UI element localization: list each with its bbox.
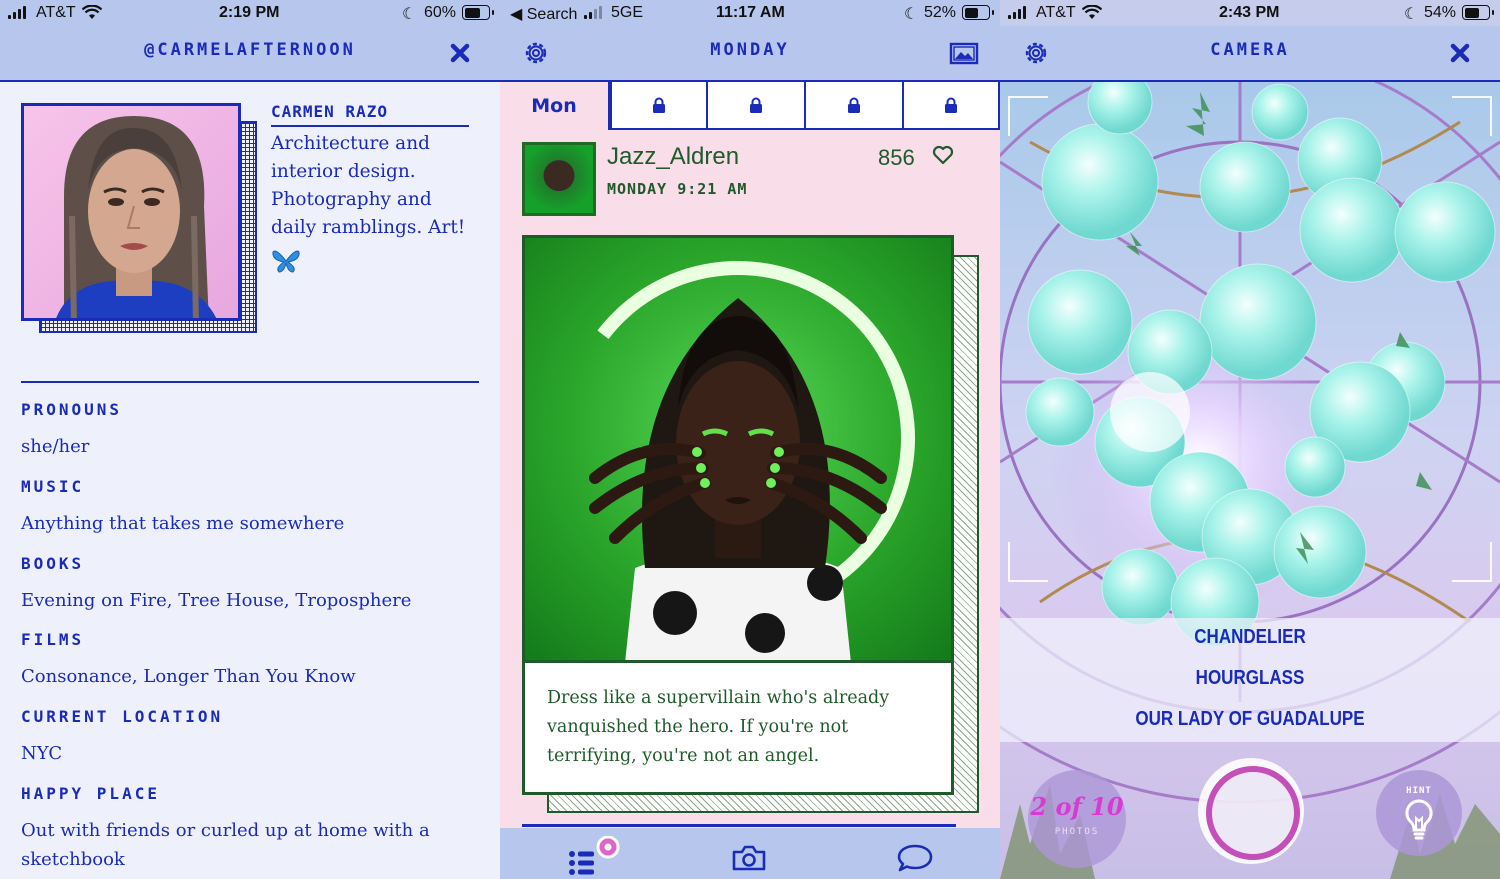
profile-display-name: CARMEN RAZO [271, 102, 469, 127]
carrier-label: AT&T [1036, 4, 1076, 21]
page-title: MONDAY [710, 40, 790, 60]
current-location-label: CURRENT LOCATION [21, 707, 224, 726]
post-photo[interactable] [525, 238, 951, 663]
status-bar: AT&T 2:43 PM ☾ 54% [1000, 0, 1500, 26]
viewfinder-corner [1452, 542, 1492, 582]
viewfinder-corner [1008, 96, 1048, 136]
post-card: Dress like a supervillain who's already … [522, 235, 954, 795]
gallery-image-icon[interactable] [949, 39, 979, 67]
music-label: MUSIC [21, 477, 85, 496]
network-type: 5GE [611, 4, 644, 21]
heart-icon[interactable] [932, 144, 954, 166]
battery-icon [462, 5, 494, 20]
profile-avatar-frame [21, 103, 257, 333]
nav-bar: @CARMELAFTERNOON [0, 26, 500, 82]
happy-place-value: Out with friends or curled up at home wi… [21, 820, 430, 870]
close-icon[interactable] [446, 39, 474, 67]
camera-icon[interactable] [731, 842, 767, 874]
carrier-label: AT&T [36, 4, 76, 21]
tab-monday[interactable]: Mon [500, 82, 610, 130]
post-like-count: 856 [878, 145, 915, 170]
hint-label: HINT [1406, 786, 1432, 796]
current-location-value: NYC [21, 743, 63, 764]
profile-bio: Architecture and interior design. Photog… [271, 133, 466, 238]
clock: 11:17 AM [716, 4, 785, 21]
books-label: BOOKS [21, 554, 85, 573]
bottom-tab-bar [500, 828, 1000, 879]
wifi-icon [82, 5, 102, 19]
viewfinder-corner [1008, 542, 1048, 582]
battery-percent: 60% [424, 4, 457, 21]
page-title: CAMERA [1210, 40, 1290, 60]
cellular-signal-icon [1008, 6, 1026, 19]
next-post-divider [522, 824, 956, 827]
books-value: Evening on Fire, Tree House, Troposphere [21, 590, 412, 611]
photo-target-list: CHANDELIER HOURGLASS OUR LADY OF GUADALU… [1000, 618, 1500, 742]
battery-percent: 52% [924, 4, 957, 21]
feed-list-icon[interactable] [566, 836, 620, 876]
shutter-button[interactable] [1198, 758, 1304, 864]
cellular-signal-icon [8, 6, 26, 19]
camera-screen: AT&T 2:43 PM ☾ 54% CAMERA CHANDELIER HOU… [1000, 0, 1500, 879]
back-to-search-link[interactable]: ◀ Search [510, 4, 577, 24]
pronouns-value: she/her [21, 436, 90, 457]
music-value: Anything that takes me somewhere [21, 513, 345, 534]
day-tabs: Mon [500, 82, 1000, 130]
tab-locked-3[interactable] [804, 82, 904, 130]
post-timestamp: MONDAY 9:21 AM [607, 180, 748, 198]
happy-place-label: HAPPY PLACE [21, 784, 160, 803]
battery-icon [962, 5, 994, 20]
lock-icon [750, 97, 762, 113]
target-option-chandelier[interactable]: CHANDELIER [1038, 626, 1463, 649]
nav-bar: CAMERA [1000, 26, 1500, 82]
status-bar: AT&T 2:19 PM ☾ 60% [0, 0, 500, 26]
status-bar: ◀ Search 5GE 11:17 AM ☾ 52% [500, 0, 1000, 26]
battery-percent: 54% [1424, 4, 1457, 21]
films-value: Consonance, Longer Than You Know [21, 666, 356, 687]
tab-locked-1[interactable] [610, 82, 708, 130]
photo-count: 2 of 10 [1030, 792, 1124, 821]
lock-icon [945, 97, 957, 113]
hint-button[interactable]: HINT [1376, 770, 1462, 856]
photo-count-label: PHOTOS [1054, 827, 1100, 837]
tab-monday-label: Mon [531, 95, 577, 117]
avatar [21, 103, 241, 321]
films-label: FILMS [21, 630, 85, 649]
butterfly-icon [272, 250, 300, 273]
nav-bar: MONDAY [500, 26, 1000, 82]
lock-icon [653, 97, 665, 113]
do-not-disturb-icon: ☾ [904, 6, 919, 23]
chat-bubble-icon[interactable] [897, 842, 933, 874]
post-author-avatar[interactable] [522, 142, 596, 216]
wifi-icon [1082, 5, 1102, 19]
lock-icon [848, 97, 860, 113]
do-not-disturb-icon: ☾ [1404, 6, 1419, 23]
post-username[interactable]: Jazz_Aldren [607, 143, 739, 171]
battery-icon [1462, 5, 1494, 20]
lightbulb-icon [1405, 799, 1433, 840]
post-caption: Dress like a supervillain who's already … [547, 688, 890, 766]
close-icon[interactable] [1446, 39, 1474, 67]
clock: 2:43 PM [1219, 4, 1280, 21]
cellular-signal-icon [584, 6, 602, 19]
page-title: @CARMELAFTERNOON [144, 40, 356, 60]
profile-screen: AT&T 2:19 PM ☾ 60% @CARMELAFTERNOON CARM… [0, 0, 500, 879]
section-divider [21, 381, 479, 383]
target-option-our-lady-of-guadalupe[interactable]: OUR LADY OF GUADALUPE [1038, 708, 1463, 731]
do-not-disturb-icon: ☾ [402, 6, 417, 23]
target-option-hourglass[interactable]: HOURGLASS [1038, 667, 1463, 690]
photo-counter: 2 of 10 PHOTOS [1028, 770, 1126, 868]
viewfinder-corner [1452, 96, 1492, 136]
tab-locked-4[interactable] [902, 82, 1000, 130]
tab-locked-2[interactable] [706, 82, 806, 130]
clock: 2:19 PM [219, 4, 280, 21]
pronouns-label: PRONOUNS [21, 400, 123, 419]
